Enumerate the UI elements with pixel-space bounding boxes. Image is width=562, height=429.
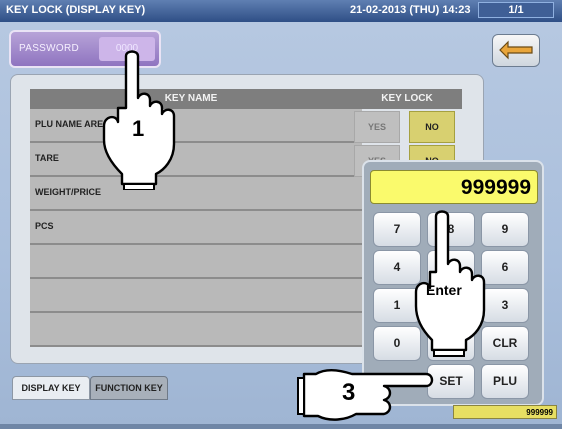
table-row-empty (30, 279, 362, 313)
key-name: TARE (35, 153, 59, 163)
key-name: PCS (35, 221, 54, 231)
tab-display-key[interactable]: DISPLAY KEY (12, 376, 90, 400)
hand-pointer-icon: 1 (98, 48, 184, 195)
table-row[interactable]: PLU NAME AREA (30, 109, 362, 143)
return-arrow-icon (499, 40, 533, 59)
step-3-label: 3 (342, 379, 356, 406)
hand-pointer-icon: Enter (414, 208, 496, 363)
table-row[interactable]: TARE (30, 143, 362, 177)
key-name-header: KEY NAME (30, 89, 352, 109)
back-button[interactable] (492, 34, 540, 67)
yes-button[interactable]: YES (354, 111, 400, 143)
table-row-empty (30, 245, 362, 279)
datetime: 21-02-2013 (THU) 14:23 (350, 4, 471, 16)
table-row-empty (30, 313, 362, 347)
plu-button[interactable]: PLU (481, 364, 529, 399)
page-indicator: 1/1 (478, 2, 554, 18)
password-label: PASSWORD (19, 43, 79, 54)
no-button[interactable]: NO (409, 111, 455, 143)
enter-label: Enter (426, 282, 462, 298)
title-bar: KEY LOCK (DISPLAY KEY) 21-02-2013 (THU) … (0, 0, 562, 22)
key-lock-header: KEY LOCK (352, 89, 462, 109)
step-1-label: 1 (132, 116, 145, 141)
key-name: WEIGHT/PRICE (35, 187, 102, 197)
table-row[interactable]: PCS (30, 211, 362, 245)
table-row[interactable]: WEIGHT/PRICE (30, 177, 362, 211)
keypad-display: 999999 (370, 170, 538, 204)
hand-pointer-icon: 3 (296, 364, 436, 429)
window-title: KEY LOCK (DISPLAY KEY) (6, 4, 146, 16)
tab-function-key[interactable]: FUNCTION KEY (90, 376, 168, 400)
status-value: 999999 (453, 405, 557, 419)
